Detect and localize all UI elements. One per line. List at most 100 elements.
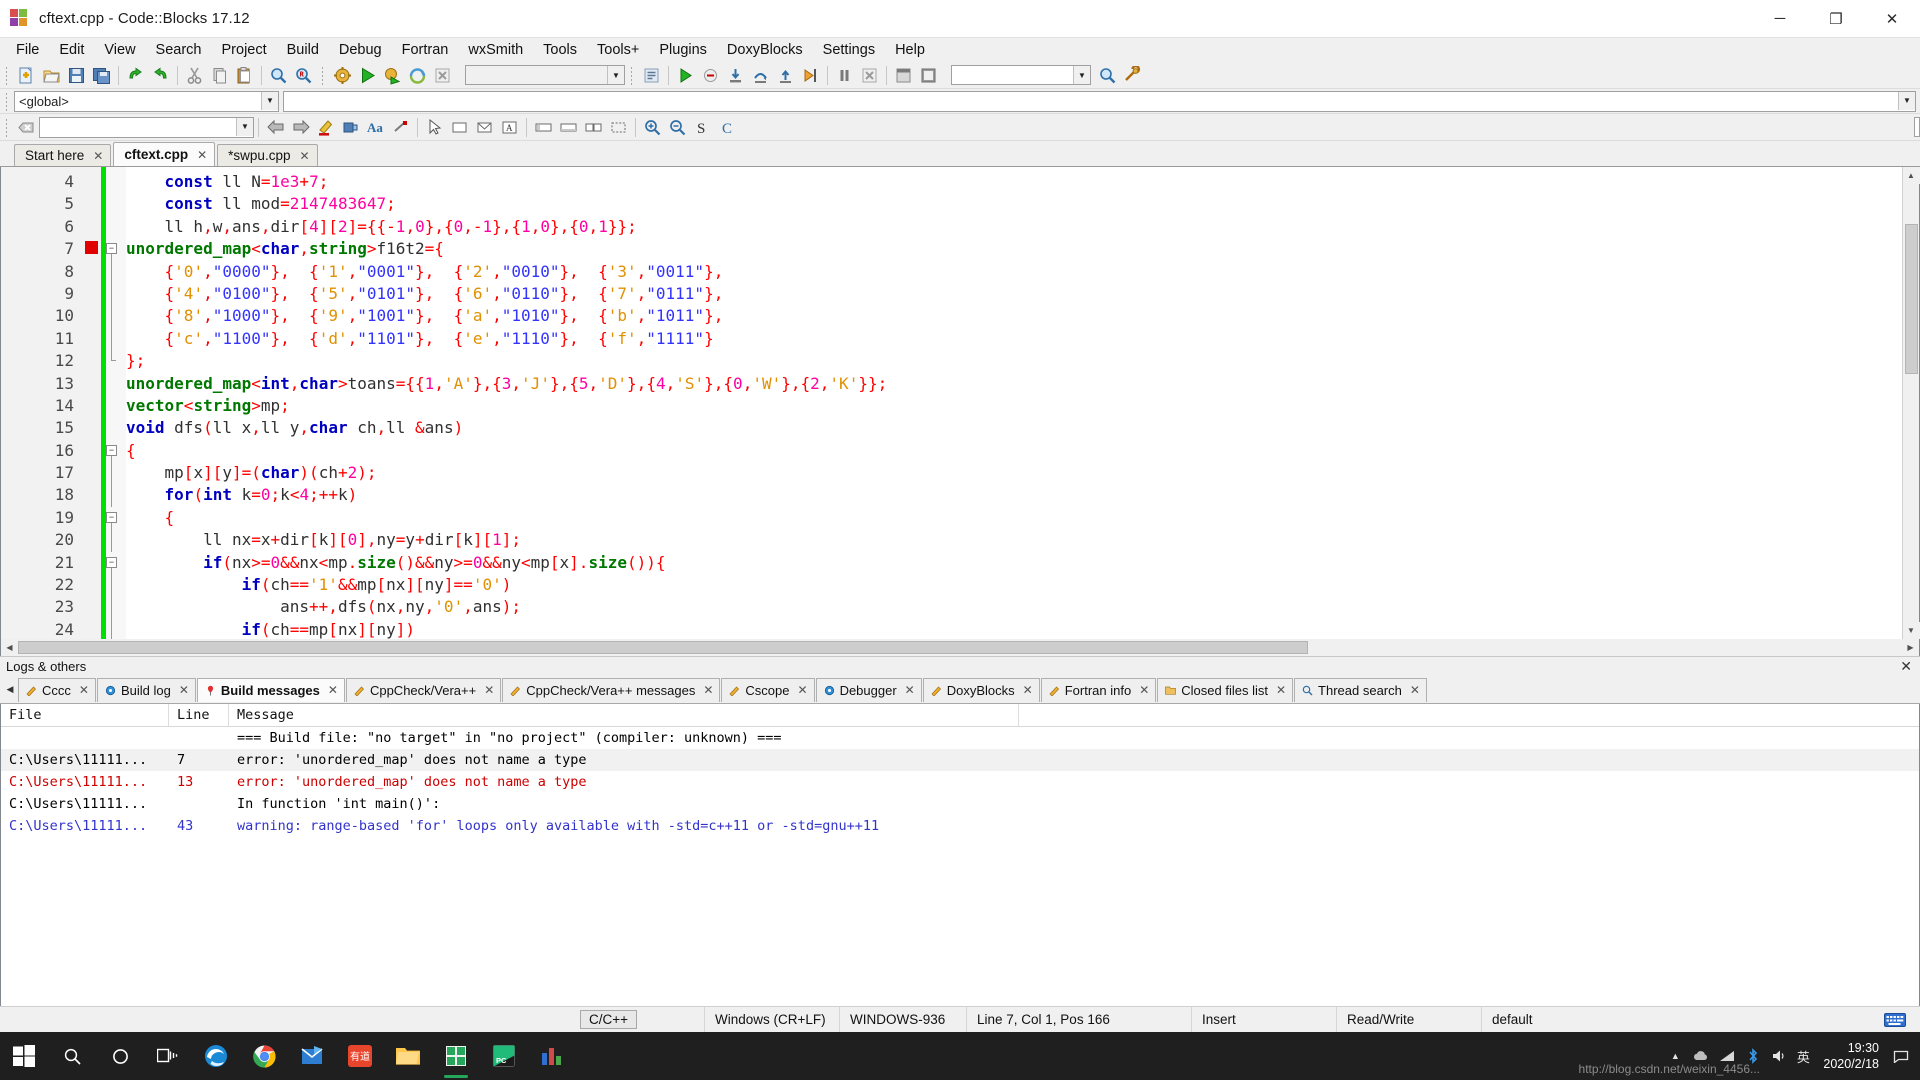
fold-marker[interactable]: − <box>106 552 126 575</box>
fold-marker[interactable] <box>106 529 126 552</box>
menu-tools-plus[interactable]: Tools+ <box>587 40 649 60</box>
panel-tool-button[interactable] <box>447 116 472 139</box>
code-line[interactable]: {'c',"1100"}, {'d',"1101"}, {'e',"1110"}… <box>126 328 1902 350</box>
sec-grip-1[interactable] <box>3 117 11 137</box>
close-icon[interactable]: ✕ <box>1410 683 1420 697</box>
save-all-button[interactable] <box>89 64 114 87</box>
dialog-tool-button[interactable] <box>472 116 497 139</box>
code-line[interactable]: if(nx>=0&&nx<mp.size()&&ny>=0&&ny<mp[x].… <box>126 552 1902 574</box>
breakpoint-marker[interactable] <box>83 171 101 193</box>
table-row[interactable]: C:\Users\11111... In function 'int main()… <box>1 793 1919 815</box>
logtab-build-messages[interactable]: Build messages ✕ <box>196 677 345 702</box>
breakpoint-marker[interactable] <box>83 443 101 465</box>
statusbar-tool-button[interactable] <box>556 116 581 139</box>
code-line[interactable]: {'4',"0100"}, {'5',"0101"}, {'6',"0110"}… <box>126 283 1902 305</box>
debug-run-button[interactable] <box>673 64 698 87</box>
replace-button[interactable]: R <box>291 64 316 87</box>
clock[interactable]: 19:30 2020/2/18 <box>1814 1032 1888 1080</box>
code-line[interactable]: ll nx=x+dir[k][0],ny=y+dir[k][1]; <box>126 529 1902 551</box>
extra-toolbar-grip[interactable] <box>628 65 636 85</box>
hscroll-thumb[interactable] <box>18 641 1308 654</box>
abort-button[interactable] <box>430 64 455 87</box>
close-button[interactable]: ✕ <box>1864 0 1920 38</box>
menu-wxsmith[interactable]: wxSmith <box>458 40 533 60</box>
menu-edit[interactable]: Edit <box>49 40 94 60</box>
logtab-thread-search[interactable]: Thread search ✕ <box>1294 677 1427 702</box>
breakpoint-gutter[interactable] <box>83 167 101 639</box>
breakpoint-marker[interactable] <box>83 577 101 599</box>
fold-marker[interactable] <box>106 327 126 351</box>
breakpoint-marker[interactable] <box>83 599 101 621</box>
column-header-file[interactable]: File <box>1 704 169 727</box>
breakpoint-marker[interactable] <box>83 241 101 263</box>
fold-marker[interactable] <box>106 282 126 306</box>
code-line[interactable]: const ll mod=2147483647; <box>126 193 1902 215</box>
editor-tab-start-here[interactable]: Start here ✕ <box>14 144 112 166</box>
fold-marker[interactable] <box>106 618 126 639</box>
scope-combo[interactable]: <global> ▼ <box>14 90 279 112</box>
fold-marker[interactable] <box>106 171 126 193</box>
close-icon[interactable]: ✕ <box>93 149 103 163</box>
menu-build[interactable]: Build <box>277 40 329 60</box>
fold-marker[interactable] <box>106 417 126 439</box>
close-icon[interactable]: ✕ <box>484 683 494 697</box>
toolbar-tool-button[interactable] <box>531 116 556 139</box>
scroll-right-arrow[interactable]: ▶ <box>1902 639 1919 656</box>
toolbar-grip[interactable] <box>3 65 11 85</box>
breakpoint-marker[interactable] <box>83 510 101 532</box>
code-line[interactable]: mp[x][y]=(char)(ch+2); <box>126 462 1902 484</box>
debug-target-combo[interactable]: ▼ <box>951 65 1091 85</box>
code-text[interactable]: const ll N=1e3+7; const ll mod=214748364… <box>126 167 1902 639</box>
menu-fortran[interactable]: Fortran <box>392 40 459 60</box>
undo-button[interactable] <box>123 64 148 87</box>
code-editor[interactable]: 4 5 6 7 8 9 10 11 12 13 14 15 16 17 18 19 20 21 22 23 24 − − −… <box>0 167 1920 639</box>
breakpoint-marker[interactable] <box>83 555 101 577</box>
code-line[interactable]: unordered_map<char,string>f16t2={ <box>126 238 1902 260</box>
code-line[interactable]: ll h,w,ans,dir[4][2]={{-1,0},{0,-1},{1,0… <box>126 216 1902 238</box>
fold-marker[interactable]: − <box>106 238 126 261</box>
close-icon[interactable]: ✕ <box>1276 683 1286 697</box>
logtab-scroll-left[interactable]: ◀ <box>2 677 18 703</box>
logtab-debugger[interactable]: Debugger ✕ <box>815 677 922 702</box>
breakpoint-marker[interactable] <box>83 532 101 554</box>
run-button[interactable] <box>355 64 380 87</box>
close-icon[interactable]: ✕ <box>798 683 808 697</box>
debug-info-button[interactable] <box>916 64 941 87</box>
close-icon[interactable]: ✕ <box>328 683 338 697</box>
breakpoint-marker[interactable] <box>83 398 101 420</box>
logtab-fortran-info[interactable]: Fortran info ✕ <box>1040 677 1157 702</box>
search-go-button[interactable] <box>1095 64 1120 87</box>
breakpoint-marker[interactable] <box>83 216 101 238</box>
menu-view[interactable]: View <box>94 40 145 60</box>
close-icon[interactable]: ✕ <box>197 148 207 162</box>
breakpoint-marker[interactable] <box>83 376 101 398</box>
box-tool-button[interactable] <box>606 116 631 139</box>
editor-tab-cftext-cpp[interactable]: cftext.cpp ✕ <box>113 142 216 166</box>
close-icon[interactable]: ✕ <box>905 683 915 697</box>
fold-marker[interactable]: − <box>106 440 126 463</box>
maximize-button[interactable]: ❐ <box>1808 0 1864 38</box>
task-view-button[interactable] <box>144 1032 192 1080</box>
notes-button[interactable] <box>432 1032 480 1080</box>
menu-help[interactable]: Help <box>885 40 935 60</box>
minimize-button[interactable]: ─ <box>1752 0 1808 38</box>
code-line[interactable]: unordered_map<int,char>toans={{1,'A'},{3… <box>126 373 1902 395</box>
ime-icon[interactable]: 英 <box>1792 1032 1814 1080</box>
zoom-out-button[interactable] <box>665 116 690 139</box>
build-messages-table[interactable]: File Line Message === Build file: "no ta… <box>0 704 1920 1006</box>
table-row[interactable]: C:\Users\11111... 13 error: 'unordered_map… <box>1 771 1919 793</box>
redo-button[interactable] <box>148 64 173 87</box>
code-line[interactable]: {'8',"1000"}, {'9',"1001"}, {'a',"1010"}… <box>126 305 1902 327</box>
fold-marker[interactable] <box>106 395 126 417</box>
breakpoint-marker[interactable] <box>83 420 101 442</box>
editor-vertical-scrollbar[interactable]: ▲ ▼ <box>1902 167 1920 639</box>
code-line[interactable]: { <box>126 440 1902 462</box>
fold-marker[interactable] <box>106 596 126 619</box>
find-button[interactable] <box>266 64 291 87</box>
scroll-down-arrow[interactable]: ▼ <box>1902 622 1920 639</box>
scroll-up-arrow[interactable]: ▲ <box>1902 167 1920 184</box>
search-button[interactable] <box>48 1032 96 1080</box>
copy-button[interactable] <box>207 64 232 87</box>
menu-plugins[interactable]: Plugins <box>649 40 717 60</box>
menu-doxyblocks[interactable]: DoxyBlocks <box>717 40 813 60</box>
